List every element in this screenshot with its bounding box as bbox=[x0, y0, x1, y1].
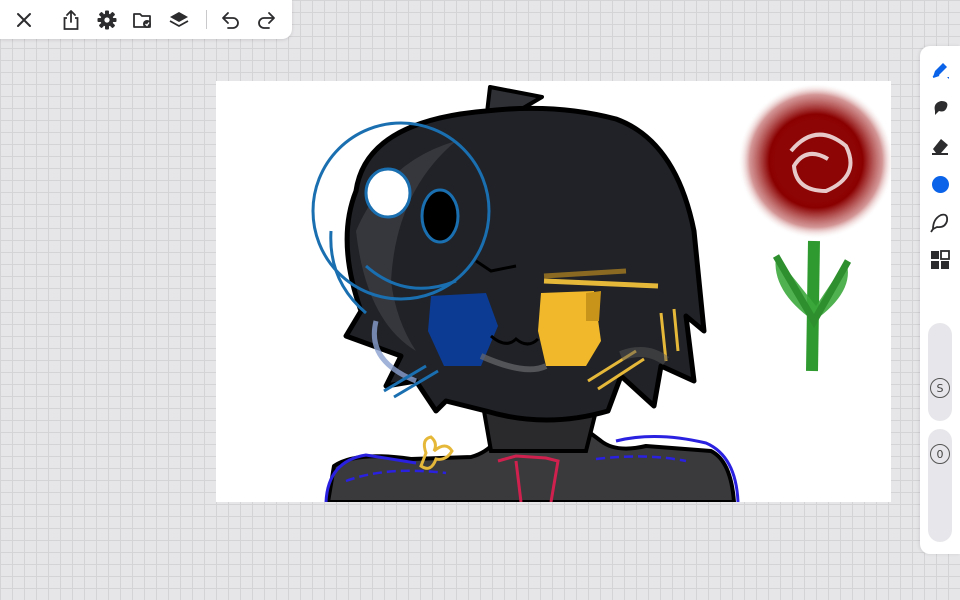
share-icon[interactable] bbox=[59, 8, 83, 32]
rose-drawing bbox=[738, 83, 891, 372]
smudge-icon[interactable] bbox=[928, 96, 952, 120]
tool-sidebar: S 0 bbox=[920, 46, 960, 554]
opacity-slider[interactable]: 0 bbox=[928, 429, 952, 542]
brush-size-label: S bbox=[930, 378, 950, 398]
close-icon[interactable] bbox=[12, 8, 36, 32]
pen-icon[interactable] bbox=[928, 58, 952, 82]
drawing-canvas[interactable] bbox=[216, 81, 891, 502]
lasso-icon[interactable] bbox=[928, 210, 952, 234]
artwork bbox=[311, 83, 891, 502]
layers-icon[interactable] bbox=[167, 8, 191, 32]
color-icon[interactable] bbox=[928, 172, 952, 196]
top-toolbar bbox=[0, 0, 292, 39]
redo-icon[interactable] bbox=[255, 8, 279, 32]
undo-icon[interactable] bbox=[218, 8, 242, 32]
brush-size-slider[interactable]: S bbox=[928, 323, 952, 421]
elements-icon[interactable] bbox=[928, 248, 952, 272]
toolbar-divider bbox=[206, 10, 207, 29]
settings-icon[interactable] bbox=[95, 8, 119, 32]
eraser-icon[interactable] bbox=[928, 134, 952, 158]
gallery-icon[interactable] bbox=[131, 8, 155, 32]
opacity-label: 0 bbox=[930, 444, 950, 464]
character-head bbox=[311, 85, 707, 423]
